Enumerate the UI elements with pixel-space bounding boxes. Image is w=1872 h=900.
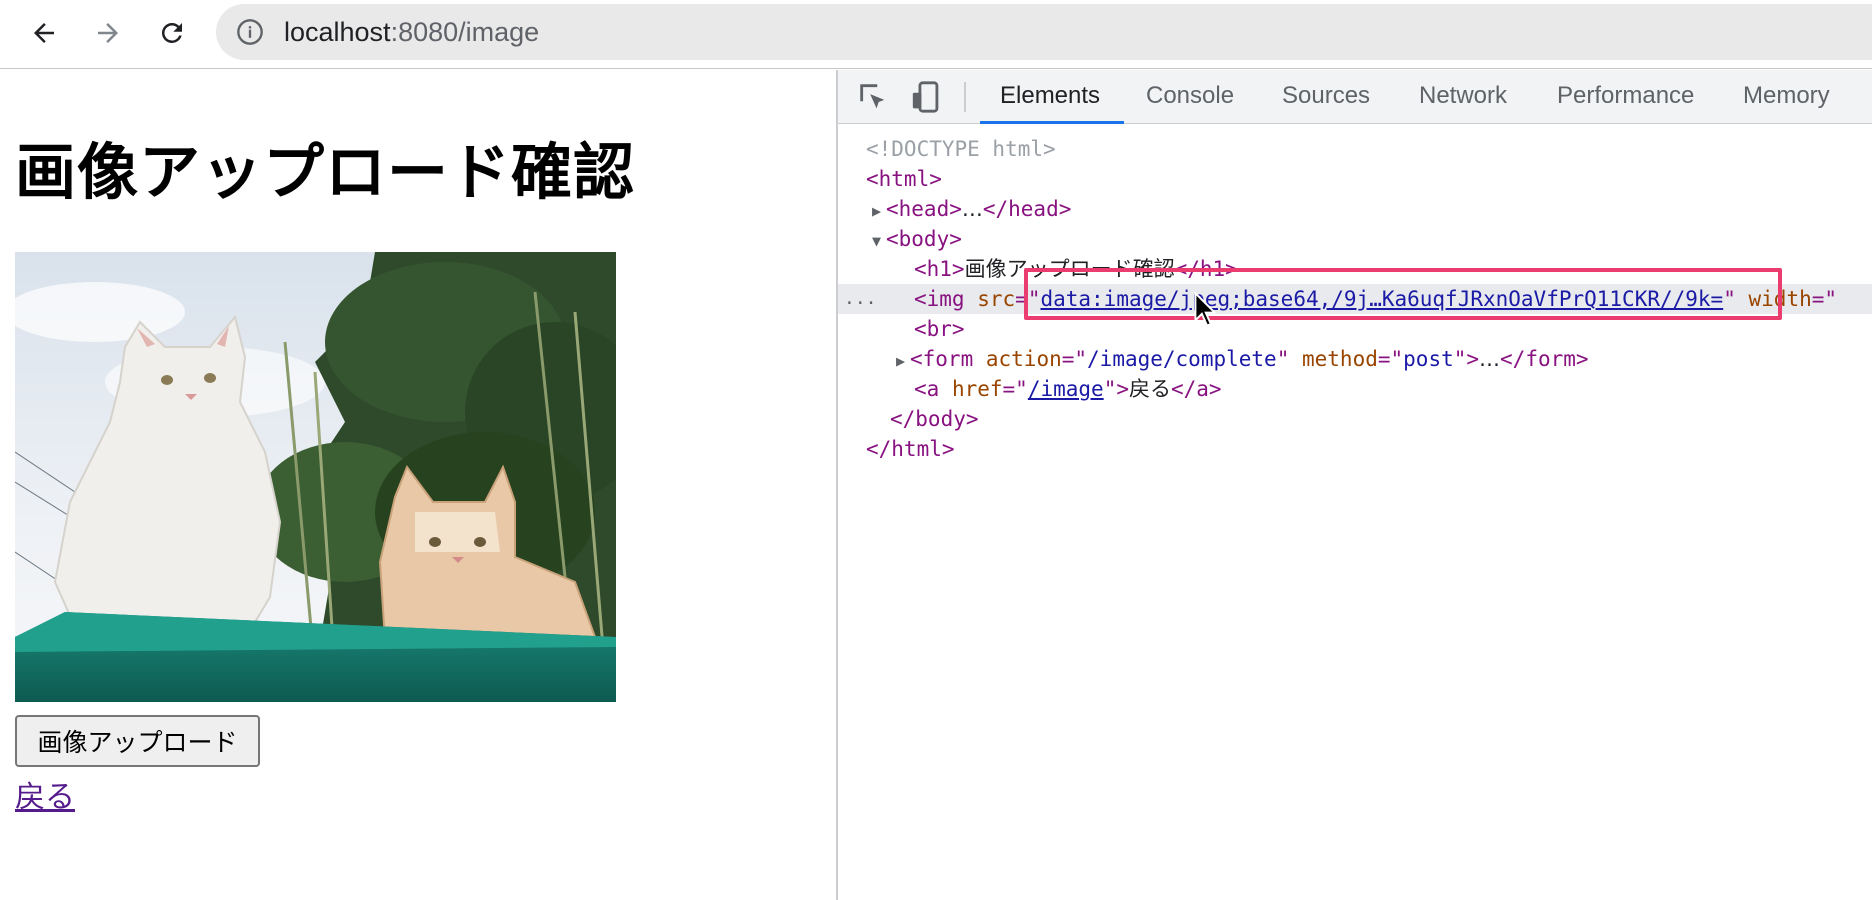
url-text: localhost:8080/image bbox=[284, 17, 539, 48]
arrow-right-icon bbox=[98, 23, 118, 43]
tree-doctype[interactable]: <!DOCTYPE html> bbox=[838, 134, 1872, 164]
tree-html-open[interactable]: <html> bbox=[838, 164, 1872, 194]
tab-performance[interactable]: Performance bbox=[1557, 82, 1694, 110]
page-viewport: 画像アップロード確認 画像アップロード 戻る bbox=[0, 70, 836, 900]
back-button[interactable] bbox=[24, 13, 64, 53]
reload-button[interactable] bbox=[152, 13, 192, 53]
expand-triangle-icon[interactable]: ▶ bbox=[896, 346, 910, 376]
form-action-attr: action bbox=[985, 347, 1062, 371]
elements-tree: <!DOCTYPE html> <html> ▶ <head>…</head> ▼… bbox=[838, 124, 1872, 900]
info-icon[interactable] bbox=[236, 18, 264, 46]
collapse-triangle-icon[interactable]: ▼ bbox=[872, 226, 886, 256]
forward-button[interactable] bbox=[88, 13, 128, 53]
highlight-annotation bbox=[1024, 268, 1782, 320]
form-method-attr: method bbox=[1302, 347, 1378, 371]
page-title: 画像アップロード確認 bbox=[15, 137, 636, 208]
html-open-tag: <html> bbox=[866, 167, 942, 191]
a-open-tag: <a bbox=[914, 377, 940, 401]
uploaded-image bbox=[15, 252, 616, 702]
mouse-cursor-icon bbox=[1194, 292, 1218, 327]
browser-toolbar: localhost:8080/image bbox=[0, 0, 1872, 69]
cats-photo bbox=[15, 252, 616, 702]
form-action-value: /image/complete bbox=[1087, 347, 1277, 371]
devtools-tabbar: Elements Console Sources Network Perform… bbox=[838, 70, 1872, 124]
back-link[interactable]: 戻る bbox=[15, 772, 75, 816]
tree-head[interactable]: ▶ <head>…</head> bbox=[838, 194, 1872, 224]
form-close-tag: </form> bbox=[1500, 347, 1589, 371]
tab-sources[interactable]: Sources bbox=[1282, 82, 1370, 110]
more-dots-icon[interactable]: ... bbox=[844, 284, 877, 314]
head-close-tag: </head> bbox=[982, 197, 1072, 221]
head-open-tag: <head> bbox=[886, 197, 962, 221]
body-close-tag: </body> bbox=[890, 407, 979, 431]
a-href-attr: href bbox=[951, 377, 1003, 401]
tab-network[interactable]: Network bbox=[1419, 82, 1507, 110]
br-tag: <br> bbox=[914, 317, 965, 341]
a-text: 戻る bbox=[1128, 377, 1171, 401]
tab-elements[interactable]: Elements bbox=[1000, 82, 1100, 110]
arrow-left-icon bbox=[34, 23, 54, 43]
tab-console[interactable]: Console bbox=[1146, 82, 1234, 110]
address-bar[interactable]: localhost:8080/image bbox=[216, 4, 1872, 60]
h1-open-tag: <h1> bbox=[914, 257, 965, 281]
img-open-tag: <img bbox=[914, 287, 965, 311]
a-close-tag: </a> bbox=[1170, 377, 1222, 401]
url-path: :8080/image bbox=[390, 17, 540, 47]
device-toolbar-icon[interactable] bbox=[910, 80, 944, 114]
toolbar-separator bbox=[964, 82, 966, 112]
html-close-tag: </html> bbox=[866, 437, 955, 461]
head-ellipsis: … bbox=[961, 197, 983, 221]
inspect-element-icon[interactable] bbox=[856, 80, 890, 114]
tree-body-open[interactable]: ▼ <body> bbox=[838, 224, 1872, 254]
tree-html-close[interactable]: </html> bbox=[838, 434, 1872, 464]
tab-memory[interactable]: Memory bbox=[1743, 82, 1830, 110]
form-open-tag: <form bbox=[910, 347, 974, 371]
tree-a[interactable]: <a href="/image">戻る</a> bbox=[838, 374, 1872, 404]
devtools-panel: Elements Console Sources Network Perform… bbox=[836, 70, 1872, 900]
url-host: localhost bbox=[284, 17, 391, 47]
img-src-attr: src bbox=[977, 287, 1016, 311]
tree-body-close[interactable]: </body> bbox=[838, 404, 1872, 434]
doctype-text: <!DOCTYPE html> bbox=[866, 137, 1056, 161]
form-method-value: post bbox=[1403, 347, 1454, 371]
tree-form[interactable]: ▶ <form action="/image/complete" method="… bbox=[838, 344, 1872, 374]
upload-button[interactable]: 画像アップロード bbox=[15, 715, 260, 767]
a-href-link[interactable]: /image bbox=[1028, 377, 1104, 401]
expand-triangle-icon[interactable]: ▶ bbox=[872, 196, 886, 226]
reload-icon bbox=[161, 22, 182, 43]
body-open-tag: <body> bbox=[886, 227, 962, 251]
form-ellipsis: … bbox=[1479, 347, 1501, 371]
